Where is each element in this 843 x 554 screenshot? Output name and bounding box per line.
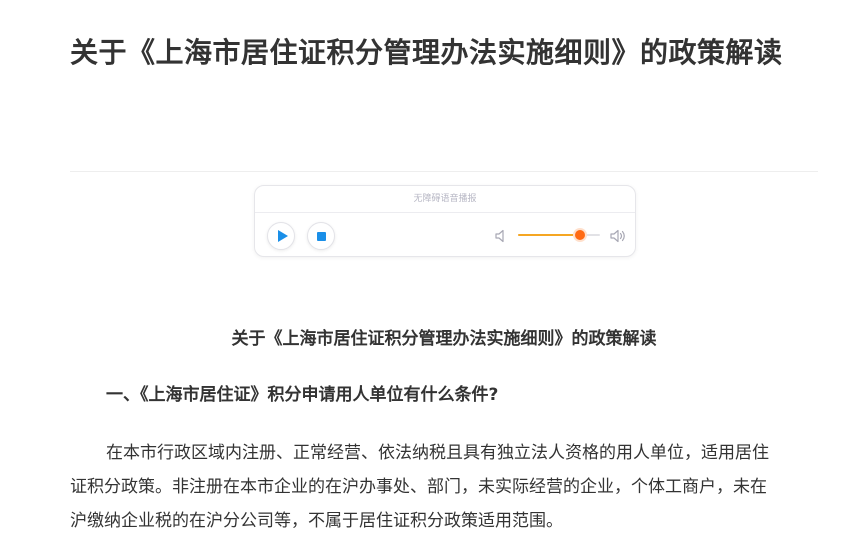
play-button[interactable]: [267, 222, 295, 250]
paragraph-line: 沪缴纳企业税的在沪分公司等，不属于居住证积分政策适用范围。: [70, 511, 563, 531]
stop-icon: [316, 231, 326, 241]
volume-slider-handle[interactable]: [574, 230, 585, 240]
audio-player-label: 无障碍语音播报: [255, 186, 635, 213]
play-icon: [277, 230, 288, 242]
title-divider: [70, 171, 818, 172]
stop-button[interactable]: [307, 222, 335, 250]
paragraph-line: 在本市行政区域内注册、正常经营、依法纳税且具有独立法人资格的用人单位，适用居住: [106, 443, 769, 463]
section-heading: 一、《上海市居住证》积分申请用人单位有什么条件?: [106, 385, 499, 405]
page-title: 关于《上海市居住证积分管理办法实施细则》的政策解读: [70, 36, 783, 69]
audio-player: 无障碍语音播报: [254, 185, 636, 257]
volume-low-icon[interactable]: [493, 227, 511, 245]
section-paragraph: 在本市行政区域内注册、正常经营、依法纳税且具有独立法人资格的用人单位，适用居住 …: [70, 436, 818, 538]
volume-slider-fill: [518, 234, 580, 236]
article-heading: 关于《上海市居住证积分管理办法实施细则》的政策解读: [231, 329, 657, 349]
paragraph-line: 证积分政策。非注册在本市企业的在沪办事处、部门，未实际经营的企业，个体工商户，未…: [70, 477, 767, 497]
volume-slider[interactable]: [518, 230, 600, 240]
volume-high-icon[interactable]: [609, 227, 627, 245]
